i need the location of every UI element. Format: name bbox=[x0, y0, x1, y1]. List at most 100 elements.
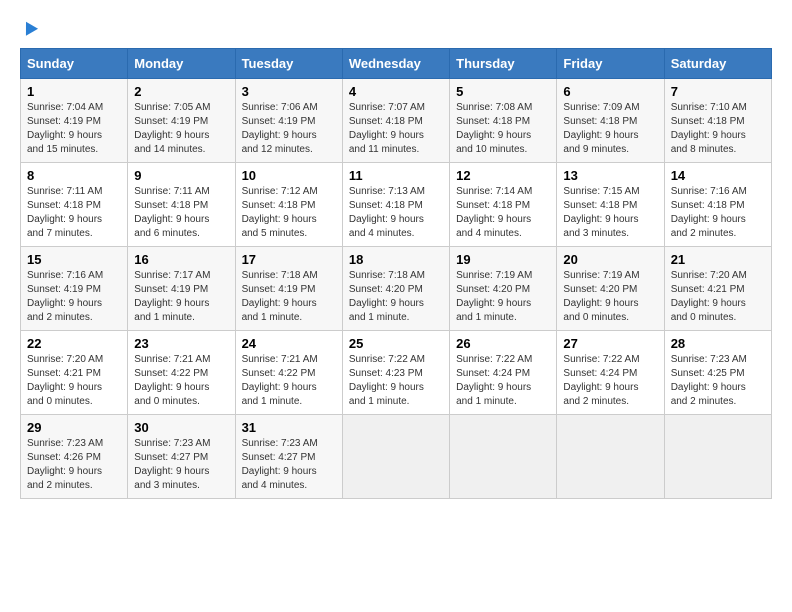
day-info: Sunrise: 7:11 AMSunset: 4:18 PMDaylight:… bbox=[27, 185, 121, 241]
day-number: 30 bbox=[134, 420, 228, 435]
day-number: 15 bbox=[27, 252, 121, 267]
day-info: Sunrise: 7:14 AMSunset: 4:18 PMDaylight:… bbox=[456, 185, 550, 241]
calendar-week-3: 15 Sunrise: 7:16 AMSunset: 4:19 PMDaylig… bbox=[21, 247, 772, 331]
calendar-cell: 20 Sunrise: 7:19 AMSunset: 4:20 PMDaylig… bbox=[557, 247, 664, 331]
calendar-cell: 16 Sunrise: 7:17 AMSunset: 4:19 PMDaylig… bbox=[128, 247, 235, 331]
calendar-cell: 10 Sunrise: 7:12 AMSunset: 4:18 PMDaylig… bbox=[235, 163, 342, 247]
day-info: Sunrise: 7:17 AMSunset: 4:19 PMDaylight:… bbox=[134, 269, 228, 325]
calendar-cell: 4 Sunrise: 7:07 AMSunset: 4:18 PMDayligh… bbox=[342, 79, 449, 163]
calendar-cell: 28 Sunrise: 7:23 AMSunset: 4:25 PMDaylig… bbox=[664, 331, 771, 415]
day-info: Sunrise: 7:12 AMSunset: 4:18 PMDaylight:… bbox=[242, 185, 336, 241]
calendar-week-2: 8 Sunrise: 7:11 AMSunset: 4:18 PMDayligh… bbox=[21, 163, 772, 247]
calendar-week-1: 1 Sunrise: 7:04 AMSunset: 4:19 PMDayligh… bbox=[21, 79, 772, 163]
day-number: 4 bbox=[349, 84, 443, 99]
calendar-cell: 9 Sunrise: 7:11 AMSunset: 4:18 PMDayligh… bbox=[128, 163, 235, 247]
calendar-header-row: SundayMondayTuesdayWednesdayThursdayFrid… bbox=[21, 49, 772, 79]
calendar-cell: 1 Sunrise: 7:04 AMSunset: 4:19 PMDayligh… bbox=[21, 79, 128, 163]
day-info: Sunrise: 7:07 AMSunset: 4:18 PMDaylight:… bbox=[349, 101, 443, 157]
col-header-monday: Monday bbox=[128, 49, 235, 79]
col-header-tuesday: Tuesday bbox=[235, 49, 342, 79]
day-info: Sunrise: 7:22 AMSunset: 4:23 PMDaylight:… bbox=[349, 353, 443, 409]
day-number: 10 bbox=[242, 168, 336, 183]
day-info: Sunrise: 7:18 AMSunset: 4:20 PMDaylight:… bbox=[349, 269, 443, 325]
day-info: Sunrise: 7:15 AMSunset: 4:18 PMDaylight:… bbox=[563, 185, 657, 241]
calendar-cell bbox=[664, 415, 771, 499]
day-number: 12 bbox=[456, 168, 550, 183]
day-number: 22 bbox=[27, 336, 121, 351]
calendar-cell: 27 Sunrise: 7:22 AMSunset: 4:24 PMDaylig… bbox=[557, 331, 664, 415]
calendar-cell: 31 Sunrise: 7:23 AMSunset: 4:27 PMDaylig… bbox=[235, 415, 342, 499]
day-info: Sunrise: 7:20 AMSunset: 4:21 PMDaylight:… bbox=[27, 353, 121, 409]
calendar-cell: 13 Sunrise: 7:15 AMSunset: 4:18 PMDaylig… bbox=[557, 163, 664, 247]
day-number: 28 bbox=[671, 336, 765, 351]
day-info: Sunrise: 7:08 AMSunset: 4:18 PMDaylight:… bbox=[456, 101, 550, 157]
col-header-thursday: Thursday bbox=[450, 49, 557, 79]
day-info: Sunrise: 7:06 AMSunset: 4:19 PMDaylight:… bbox=[242, 101, 336, 157]
day-number: 2 bbox=[134, 84, 228, 99]
day-number: 31 bbox=[242, 420, 336, 435]
col-header-friday: Friday bbox=[557, 49, 664, 79]
day-info: Sunrise: 7:04 AMSunset: 4:19 PMDaylight:… bbox=[27, 101, 121, 157]
logo-triangle-icon bbox=[20, 18, 38, 35]
calendar-week-5: 29 Sunrise: 7:23 AMSunset: 4:26 PMDaylig… bbox=[21, 415, 772, 499]
calendar-cell bbox=[342, 415, 449, 499]
day-number: 6 bbox=[563, 84, 657, 99]
calendar-cell: 17 Sunrise: 7:18 AMSunset: 4:19 PMDaylig… bbox=[235, 247, 342, 331]
day-info: Sunrise: 7:16 AMSunset: 4:18 PMDaylight:… bbox=[671, 185, 765, 241]
calendar-week-4: 22 Sunrise: 7:20 AMSunset: 4:21 PMDaylig… bbox=[21, 331, 772, 415]
day-info: Sunrise: 7:11 AMSunset: 4:18 PMDaylight:… bbox=[134, 185, 228, 241]
calendar-table: SundayMondayTuesdayWednesdayThursdayFrid… bbox=[20, 48, 772, 499]
calendar-cell: 21 Sunrise: 7:20 AMSunset: 4:21 PMDaylig… bbox=[664, 247, 771, 331]
calendar-cell: 18 Sunrise: 7:18 AMSunset: 4:20 PMDaylig… bbox=[342, 247, 449, 331]
day-number: 29 bbox=[27, 420, 121, 435]
day-info: Sunrise: 7:16 AMSunset: 4:19 PMDaylight:… bbox=[27, 269, 121, 325]
day-number: 5 bbox=[456, 84, 550, 99]
day-info: Sunrise: 7:23 AMSunset: 4:27 PMDaylight:… bbox=[242, 437, 336, 493]
day-number: 23 bbox=[134, 336, 228, 351]
day-info: Sunrise: 7:23 AMSunset: 4:26 PMDaylight:… bbox=[27, 437, 121, 493]
calendar-body: 1 Sunrise: 7:04 AMSunset: 4:19 PMDayligh… bbox=[21, 79, 772, 499]
calendar-cell: 2 Sunrise: 7:05 AMSunset: 4:19 PMDayligh… bbox=[128, 79, 235, 163]
calendar-cell: 19 Sunrise: 7:19 AMSunset: 4:20 PMDaylig… bbox=[450, 247, 557, 331]
calendar-cell: 7 Sunrise: 7:10 AMSunset: 4:18 PMDayligh… bbox=[664, 79, 771, 163]
col-header-sunday: Sunday bbox=[21, 49, 128, 79]
day-number: 17 bbox=[242, 252, 336, 267]
day-info: Sunrise: 7:09 AMSunset: 4:18 PMDaylight:… bbox=[563, 101, 657, 157]
day-info: Sunrise: 7:05 AMSunset: 4:19 PMDaylight:… bbox=[134, 101, 228, 157]
day-number: 16 bbox=[134, 252, 228, 267]
day-number: 21 bbox=[671, 252, 765, 267]
day-info: Sunrise: 7:13 AMSunset: 4:18 PMDaylight:… bbox=[349, 185, 443, 241]
day-info: Sunrise: 7:10 AMSunset: 4:18 PMDaylight:… bbox=[671, 101, 765, 157]
header bbox=[20, 16, 772, 36]
calendar-cell: 26 Sunrise: 7:22 AMSunset: 4:24 PMDaylig… bbox=[450, 331, 557, 415]
day-number: 18 bbox=[349, 252, 443, 267]
calendar-cell: 11 Sunrise: 7:13 AMSunset: 4:18 PMDaylig… bbox=[342, 163, 449, 247]
day-number: 13 bbox=[563, 168, 657, 183]
calendar-cell: 12 Sunrise: 7:14 AMSunset: 4:18 PMDaylig… bbox=[450, 163, 557, 247]
day-number: 26 bbox=[456, 336, 550, 351]
calendar-cell: 8 Sunrise: 7:11 AMSunset: 4:18 PMDayligh… bbox=[21, 163, 128, 247]
col-header-saturday: Saturday bbox=[664, 49, 771, 79]
day-number: 25 bbox=[349, 336, 443, 351]
day-info: Sunrise: 7:23 AMSunset: 4:27 PMDaylight:… bbox=[134, 437, 228, 493]
calendar-cell: 23 Sunrise: 7:21 AMSunset: 4:22 PMDaylig… bbox=[128, 331, 235, 415]
day-info: Sunrise: 7:21 AMSunset: 4:22 PMDaylight:… bbox=[134, 353, 228, 409]
col-header-wednesday: Wednesday bbox=[342, 49, 449, 79]
calendar-cell: 5 Sunrise: 7:08 AMSunset: 4:18 PMDayligh… bbox=[450, 79, 557, 163]
calendar-cell: 24 Sunrise: 7:21 AMSunset: 4:22 PMDaylig… bbox=[235, 331, 342, 415]
day-info: Sunrise: 7:22 AMSunset: 4:24 PMDaylight:… bbox=[563, 353, 657, 409]
day-info: Sunrise: 7:22 AMSunset: 4:24 PMDaylight:… bbox=[456, 353, 550, 409]
day-number: 1 bbox=[27, 84, 121, 99]
day-number: 20 bbox=[563, 252, 657, 267]
calendar-cell: 6 Sunrise: 7:09 AMSunset: 4:18 PMDayligh… bbox=[557, 79, 664, 163]
day-info: Sunrise: 7:21 AMSunset: 4:22 PMDaylight:… bbox=[242, 353, 336, 409]
day-number: 19 bbox=[456, 252, 550, 267]
day-number: 9 bbox=[134, 168, 228, 183]
day-number: 27 bbox=[563, 336, 657, 351]
calendar-cell: 25 Sunrise: 7:22 AMSunset: 4:23 PMDaylig… bbox=[342, 331, 449, 415]
calendar-cell: 15 Sunrise: 7:16 AMSunset: 4:19 PMDaylig… bbox=[21, 247, 128, 331]
day-number: 7 bbox=[671, 84, 765, 99]
day-number: 3 bbox=[242, 84, 336, 99]
day-number: 11 bbox=[349, 168, 443, 183]
day-info: Sunrise: 7:18 AMSunset: 4:19 PMDaylight:… bbox=[242, 269, 336, 325]
